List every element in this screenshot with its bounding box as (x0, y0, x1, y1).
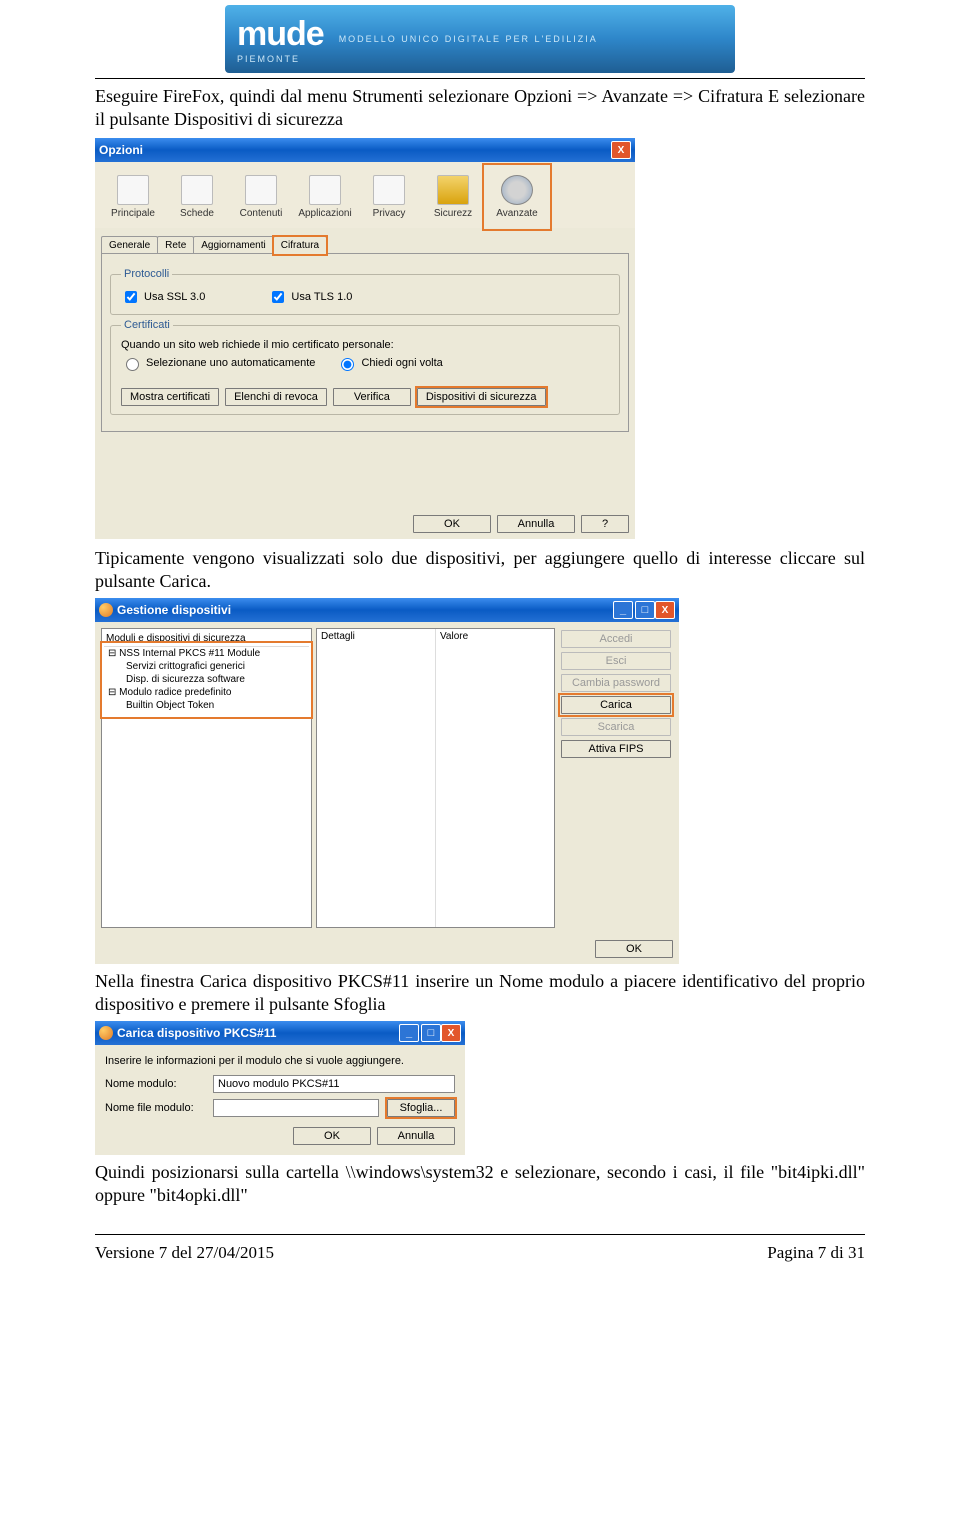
options-content: Protocolli Usa SSL 3.0 Usa TLS 1.0 Certi… (101, 253, 629, 432)
ok-button[interactable]: OK (413, 515, 491, 533)
maximize-icon[interactable]: □ (635, 601, 655, 619)
btn-verify[interactable]: Verifica (333, 388, 411, 406)
device-ok-row: OK (95, 934, 679, 964)
tb-contenuti[interactable]: Contenuti (229, 166, 293, 228)
ok-button[interactable]: OK (595, 940, 673, 958)
device-manager-window: Gestione dispositivi _ □ X Moduli e disp… (95, 598, 679, 964)
input-nome-file[interactable] (213, 1099, 379, 1117)
logo-banner: mude PIEMONTE MODELLO UNICO DIGITALE PER… (225, 5, 735, 73)
radio-auto[interactable]: Selezionane uno automaticamente (121, 355, 315, 371)
certificates-fieldset: Certificati Quando un sito web richiede … (110, 319, 620, 415)
protocols-legend: Protocolli (121, 268, 172, 280)
footer-right: Pagina 7 di 31 (767, 1243, 865, 1263)
titlebar-text: Carica dispositivo PKCS#11 (117, 1026, 276, 1040)
tree-node[interactable]: ⊟ Modulo radice predefinito (104, 686, 309, 699)
tb-avanzate[interactable]: Avanzate (485, 166, 549, 228)
paragraph-1: Eseguire FireFox, quindi dal menu Strume… (95, 85, 865, 130)
tab-cifratura[interactable]: Cifratura (273, 236, 327, 254)
apps-icon (309, 175, 341, 205)
tree-leaf[interactable]: Servizi crittografici generici (104, 660, 309, 673)
minimize-icon[interactable]: _ (399, 1024, 419, 1042)
titlebar-text: Opzioni (99, 143, 143, 157)
firefox-icon (99, 1026, 113, 1040)
device-body: Moduli e dispositivi di sicurezza ⊟ NSS … (95, 622, 679, 934)
btn-esci: Esci (561, 652, 671, 670)
input-nome-modulo[interactable] (213, 1075, 455, 1093)
options-toolbar: Principale Schede Contenuti Applicazioni… (95, 162, 635, 228)
tls-checkbox[interactable]: Usa TLS 1.0 (268, 288, 352, 306)
col-valore: Valore (436, 629, 554, 927)
maximize-icon: □ (421, 1024, 441, 1042)
btn-security-devices[interactable]: Dispositivi di sicurezza (417, 388, 546, 406)
tb-principale[interactable]: Principale (101, 166, 165, 228)
col-dettagli: Dettagli (317, 629, 436, 927)
header: mude PIEMONTE MODELLO UNICO DIGITALE PER… (0, 0, 960, 76)
label-nome-file: Nome file modulo: (105, 1102, 205, 1114)
tb-applicazioni[interactable]: Applicazioni (293, 166, 357, 228)
btn-carica[interactable]: Carica (561, 696, 671, 714)
btn-revocation[interactable]: Elenchi di revoca (225, 388, 327, 406)
btn-fips[interactable]: Attiva FIPS (561, 740, 671, 758)
tab-rete[interactable]: Rete (157, 236, 194, 254)
tabs-icon (181, 175, 213, 205)
close-icon[interactable]: X (441, 1024, 461, 1042)
titlebar: Carica dispositivo PKCS#11 _ □ X (95, 1021, 465, 1045)
cancel-button[interactable]: Annulla (497, 515, 575, 533)
logo-brand: mude (237, 15, 324, 54)
rule-top (95, 78, 865, 79)
tree-leaf[interactable]: Builtin Object Token (104, 699, 309, 712)
btn-scarica: Scarica (561, 718, 671, 736)
options-buttons: OK Annulla ? (95, 509, 635, 539)
radio-ask[interactable]: Chiedi ogni volta (336, 355, 442, 371)
pkcs-body: Inserire le informazioni per il modulo c… (95, 1045, 465, 1155)
logo-sub2: MODELLO UNICO DIGITALE PER L'EDILIZIA (339, 34, 598, 44)
monitor-icon (117, 175, 149, 205)
close-icon[interactable]: X (611, 141, 631, 159)
certificates-legend: Certificati (121, 319, 173, 331)
options-window: Opzioni X Principale Schede Contenuti Ap… (95, 138, 635, 539)
ssl-checkbox[interactable]: Usa SSL 3.0 (121, 288, 205, 306)
paragraph-4: Quindi posizionarsi sulla cartella \\win… (95, 1161, 865, 1206)
tb-schede[interactable]: Schede (165, 166, 229, 228)
firefox-icon (99, 603, 113, 617)
label-nome-modulo: Nome modulo: (105, 1078, 205, 1090)
device-details: Dettagli Valore (316, 628, 555, 928)
btn-sfoglia[interactable]: Sfoglia... (387, 1099, 455, 1117)
pkcs-instruction: Inserire le informazioni per il modulo c… (105, 1055, 455, 1067)
titlebar: Gestione dispositivi _ □ X (95, 598, 679, 622)
ok-button[interactable]: OK (293, 1127, 371, 1145)
tb-privacy[interactable]: Privacy (357, 166, 421, 228)
tb-sicurezza[interactable]: Sicurezz (421, 166, 485, 228)
device-tree: Moduli e dispositivi di sicurezza ⊟ NSS … (101, 628, 312, 928)
paragraph-2: Tipicamente vengono visualizzati solo du… (95, 547, 865, 592)
footer: Versione 7 del 27/04/2015 Pagina 7 di 31 (0, 1237, 960, 1273)
mask-icon (373, 175, 405, 205)
titlebar: Opzioni X (95, 138, 635, 162)
tree-node[interactable]: ⊟ NSS Internal PKCS #11 Module (104, 647, 309, 660)
logo-sub1: PIEMONTE (237, 54, 324, 64)
footer-left: Versione 7 del 27/04/2015 (95, 1243, 274, 1263)
btn-accedi: Accedi (561, 630, 671, 648)
tree-header: Moduli e dispositivi di sicurezza (104, 631, 309, 647)
page-icon (245, 175, 277, 205)
rule-bottom (95, 1234, 865, 1235)
device-buttons: Accedi Esci Cambia password Carica Scari… (559, 628, 673, 928)
cancel-button[interactable]: Annulla (377, 1127, 455, 1145)
subtabs: Generale Rete Aggiornamenti Cifratura (95, 228, 635, 254)
lock-icon (437, 175, 469, 205)
tree-leaf[interactable]: Disp. di sicurezza software (104, 673, 309, 686)
btn-show-certs[interactable]: Mostra certificati (121, 388, 219, 406)
protocols-fieldset: Protocolli Usa SSL 3.0 Usa TLS 1.0 (110, 268, 620, 315)
titlebar-text: Gestione dispositivi (117, 603, 231, 617)
gear-icon (501, 175, 533, 205)
help-button[interactable]: ? (581, 515, 629, 533)
tab-generale[interactable]: Generale (101, 236, 158, 254)
tab-aggiornamenti[interactable]: Aggiornamenti (193, 236, 273, 254)
cert-instruction: Quando un sito web richiede il mio certi… (121, 339, 609, 351)
paragraph-3: Nella finestra Carica dispositivo PKCS#1… (95, 970, 865, 1015)
minimize-icon[interactable]: _ (613, 601, 633, 619)
btn-cambia: Cambia password (561, 674, 671, 692)
close-icon[interactable]: X (655, 601, 675, 619)
pkcs-window: Carica dispositivo PKCS#11 _ □ X Inserir… (95, 1021, 465, 1155)
